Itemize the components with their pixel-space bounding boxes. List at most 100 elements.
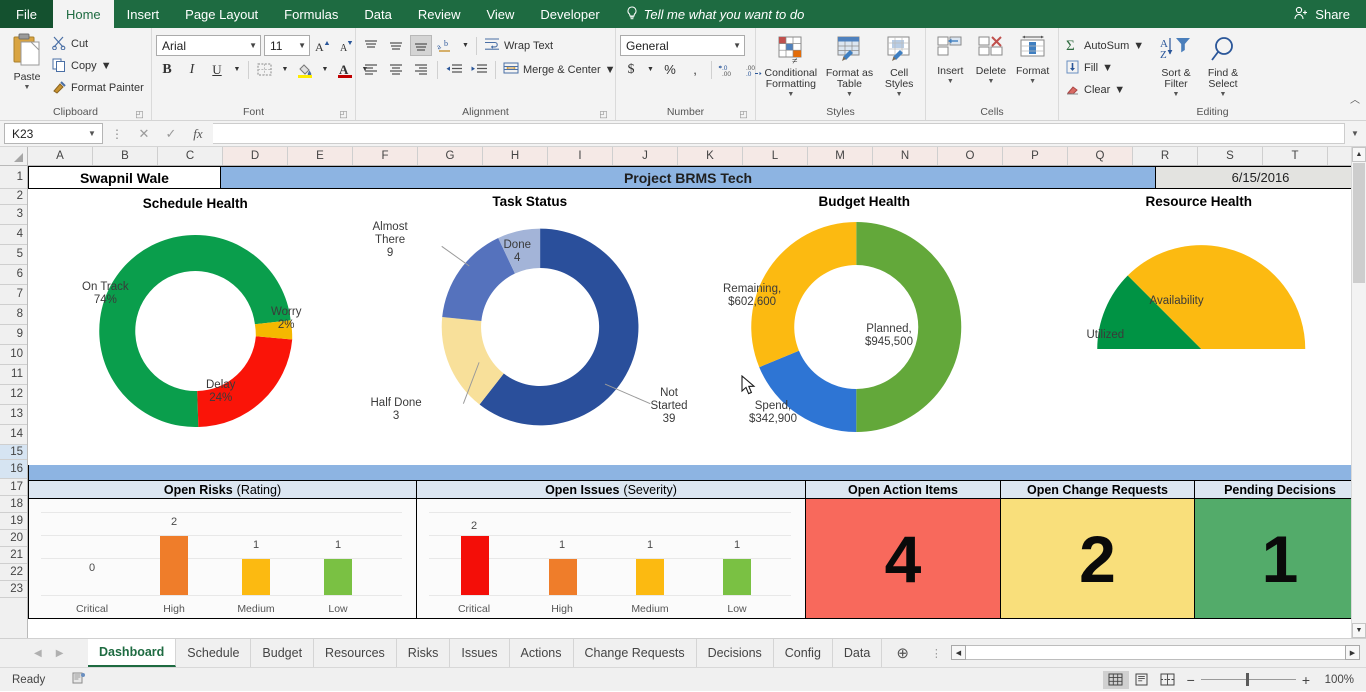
font-size-chevron-down-icon[interactable]: ▼ (294, 41, 306, 50)
fill-caret-icon[interactable]: ▼ (1102, 62, 1113, 74)
row-header-2[interactable]: 2 (0, 189, 27, 205)
row-header-12[interactable]: 12 (0, 385, 27, 405)
row-header-8[interactable]: 8 (0, 305, 27, 325)
panel-pending-decisions[interactable]: 1 (1194, 499, 1366, 619)
currency-caret-icon[interactable]: ▼ (645, 59, 656, 80)
column-header-L[interactable]: L (743, 147, 808, 165)
clear-caret-icon[interactable]: ▼ (1114, 84, 1125, 96)
borders-button[interactable] (254, 59, 276, 80)
delete-cells-caret-icon[interactable]: ▼ (988, 76, 995, 87)
page-break-preview-button[interactable] (1155, 671, 1181, 689)
merge-center-button[interactable]: Merge & Center ▼ (501, 59, 618, 80)
column-header-O[interactable]: O (938, 147, 1003, 165)
page-layout-view-button[interactable] (1129, 671, 1155, 689)
bold-button[interactable]: B (156, 59, 178, 80)
sheet-tab-resources[interactable]: Resources (314, 639, 397, 667)
panel-open-risks[interactable]: 0 2 1 1 Critical High Medium Low (28, 499, 416, 619)
zoom-thumb[interactable] (1246, 673, 1249, 686)
decrease-indent-button[interactable] (443, 59, 465, 80)
row-header-16[interactable]: 16 (0, 460, 27, 479)
scroll-right-icon[interactable]: ▶ (1345, 645, 1360, 660)
row-header-23[interactable]: 23 (0, 581, 27, 598)
select-all-corner[interactable] (0, 147, 28, 165)
column-header-P[interactable]: P (1003, 147, 1068, 165)
format-cells-caret-icon[interactable]: ▼ (1029, 76, 1036, 87)
ribbon-tab-formulas[interactable]: Formulas (271, 0, 351, 28)
ribbon-tab-data[interactable]: Data (351, 0, 404, 28)
row-header-18[interactable]: 18 (0, 496, 27, 513)
column-header-G[interactable]: G (418, 147, 483, 165)
report-date-cell[interactable]: 6/15/2016 (1156, 166, 1366, 189)
copy-button[interactable]: Copy ▼ (50, 55, 146, 77)
fill-color-button[interactable] (294, 59, 316, 80)
number-format-chevron-down-icon[interactable]: ▼ (729, 41, 741, 50)
panel-open-change-requests[interactable]: 2 (1000, 499, 1194, 619)
font-size-combo[interactable]: 11 ▼ (264, 35, 310, 56)
add-sheet-button[interactable]: ⊕ (882, 639, 923, 667)
vertical-scrollbar[interactable]: ▲ ▼ (1351, 147, 1366, 638)
align-bottom-button[interactable] (410, 35, 432, 56)
conditional-formatting-caret-icon[interactable]: ▼ (787, 89, 794, 100)
sheet-tab-budget[interactable]: Budget (251, 639, 314, 667)
align-center-button[interactable] (385, 59, 407, 80)
column-header-F[interactable]: F (353, 147, 418, 165)
find-select-caret-icon[interactable]: ▼ (1220, 89, 1227, 100)
tell-me-box[interactable]: Tell me what you want to do (613, 0, 818, 28)
ribbon-tab-file[interactable]: File (0, 0, 53, 28)
row-header-11[interactable]: 11 (0, 365, 27, 385)
font-name-chevron-down-icon[interactable]: ▼ (245, 41, 257, 50)
scroll-left-icon[interactable]: ◀ (951, 645, 966, 660)
share-button[interactable]: Share (1286, 0, 1358, 28)
row-header-14[interactable]: 14 (0, 425, 27, 445)
column-header-R[interactable]: R (1133, 147, 1198, 165)
paste-button[interactable]: Paste ▼ (4, 31, 50, 93)
sheet-tab-decisions[interactable]: Decisions (697, 639, 774, 667)
underline-caret-icon[interactable]: ▼ (231, 59, 243, 80)
cut-button[interactable]: Cut (50, 33, 146, 55)
row-header-15[interactable]: 15 (0, 445, 27, 460)
currency-button[interactable]: $ (620, 59, 642, 80)
ribbon-tab-review[interactable]: Review (405, 0, 474, 28)
horizontal-scroll-track[interactable] (966, 645, 1345, 660)
sort-filter-caret-icon[interactable]: ▼ (1173, 89, 1180, 100)
row-header-20[interactable]: 20 (0, 530, 27, 547)
comma-button[interactable]: , (684, 59, 706, 80)
ribbon-tab-home[interactable]: Home (53, 0, 114, 28)
copy-caret-icon[interactable]: ▼ (101, 60, 112, 72)
column-header-H[interactable]: H (483, 147, 548, 165)
insert-function-icon[interactable]: fx (186, 126, 210, 142)
increase-font-size-button[interactable]: A (313, 35, 335, 56)
merge-center-caret-icon[interactable]: ▼ (605, 64, 616, 76)
scroll-up-icon[interactable]: ▲ (1352, 147, 1366, 162)
column-header-S[interactable]: S (1198, 147, 1263, 165)
percent-button[interactable]: % (659, 59, 681, 80)
sheet-tab-config[interactable]: Config (774, 639, 833, 667)
confirm-entry-icon[interactable]: ✓ (159, 126, 183, 142)
paste-caret-icon[interactable]: ▼ (24, 82, 31, 93)
increase-indent-button[interactable] (468, 59, 490, 80)
insert-cells-caret-icon[interactable]: ▼ (947, 76, 954, 87)
zoom-in-button[interactable]: + (1302, 672, 1310, 688)
row-header-17[interactable]: 17 (0, 479, 27, 496)
column-header-J[interactable]: J (613, 147, 678, 165)
budget-health-donut[interactable]: Remaining, $602,600 Planned, $945,500 Sp… (697, 209, 1032, 441)
alignment-dialog-launcher[interactable]: ◰ (599, 110, 608, 119)
normal-view-button[interactable] (1103, 671, 1129, 689)
row-header-21[interactable]: 21 (0, 547, 27, 564)
ribbon-tab-developer[interactable]: Developer (527, 0, 612, 28)
number-format-combo[interactable]: General ▼ (620, 35, 745, 56)
clipboard-dialog-launcher[interactable]: ◰ (135, 110, 144, 119)
orientation-caret-icon[interactable]: ▼ (460, 35, 471, 56)
project-title-cell[interactable]: Project BRMS Tech (220, 166, 1156, 189)
format-painter-button[interactable]: Format Painter (50, 77, 146, 99)
previous-sheet-icon[interactable]: ◀ (34, 648, 42, 659)
sheet-tab-dashboard[interactable]: Dashboard (88, 639, 176, 667)
name-box-chevron-down-icon[interactable]: ▼ (85, 129, 99, 138)
font-color-button[interactable]: A (334, 59, 356, 80)
zoom-percentage[interactable]: 100% (1316, 674, 1358, 686)
sort-filter-button[interactable]: AZ Sort & Filter ▼ (1153, 33, 1199, 100)
align-left-button[interactable] (360, 59, 382, 80)
schedule-health-donut[interactable]: On Track 74% Delay 24% Worry 2% (28, 211, 363, 443)
row-header-9[interactable]: 9 (0, 325, 27, 345)
panel-open-action-items[interactable]: 4 (805, 499, 1000, 619)
